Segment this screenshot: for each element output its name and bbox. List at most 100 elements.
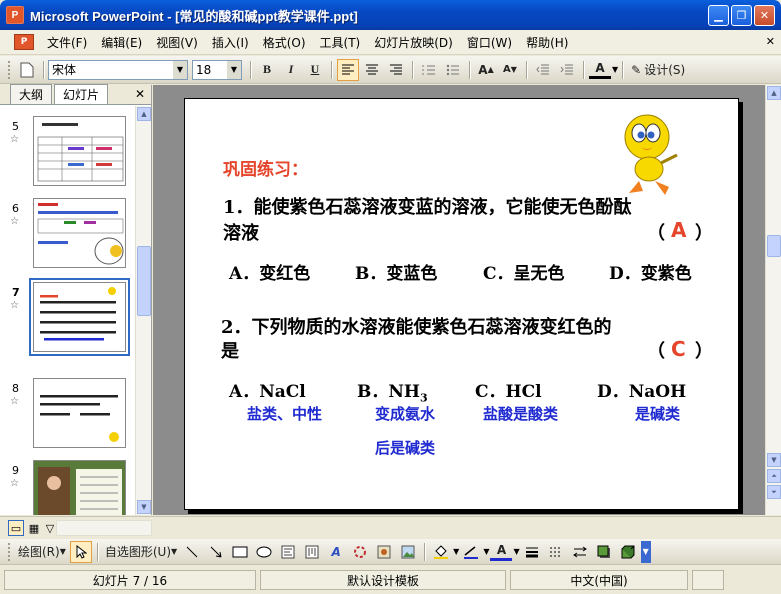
- design-icon: ✎: [631, 62, 642, 77]
- menu-view[interactable]: 视图(V): [149, 34, 205, 51]
- tab-outline[interactable]: 大纲: [10, 84, 53, 104]
- arrow-style-icon[interactable]: [569, 541, 591, 563]
- shadow-style-icon[interactable]: [593, 541, 615, 563]
- chevron-down-icon[interactable]: ▼: [612, 65, 618, 74]
- fill-color-icon[interactable]: [430, 541, 452, 563]
- question-1-answer: A: [671, 218, 687, 242]
- wordart-icon[interactable]: A: [325, 541, 347, 563]
- align-center-icon[interactable]: [361, 59, 383, 81]
- menu-bar: P 文件(F) 编辑(E) 视图(V) 插入(I) 格式(O) 工具(T) 幻灯…: [0, 30, 781, 55]
- question-1-option-d: D．变紫色: [609, 264, 692, 284]
- vertical-textbox-icon[interactable]: [301, 541, 323, 563]
- dash-style-icon[interactable]: [545, 541, 567, 563]
- line-style-icon[interactable]: [521, 541, 543, 563]
- chevron-down-icon[interactable]: ▼: [173, 60, 187, 79]
- menu-tools[interactable]: 工具(T): [313, 34, 368, 51]
- line-color-icon[interactable]: [460, 541, 482, 563]
- horizontal-scrollbar[interactable]: [56, 520, 152, 536]
- slide-sorter-view-icon[interactable]: ▦: [26, 520, 42, 536]
- increase-font-icon[interactable]: A ▲: [475, 59, 497, 81]
- thumbnail-scrollbar[interactable]: ▲ ▼: [135, 106, 151, 515]
- close-button[interactable]: ✕: [754, 5, 775, 26]
- thumbnail-item[interactable]: 5 ☆: [0, 116, 136, 196]
- window-title: Microsoft PowerPoint - [常见的酸和碱ppt教学课件.pp…: [30, 8, 358, 24]
- toolbar-grip[interactable]: [8, 542, 11, 561]
- diagram-icon[interactable]: [349, 541, 371, 563]
- thumbnail-item[interactable]: 8 ☆: [0, 378, 136, 458]
- chevron-down-icon[interactable]: ▼: [453, 547, 459, 556]
- slide-thumbnail-5[interactable]: [33, 116, 126, 186]
- menu-edit[interactable]: 编辑(E): [94, 34, 149, 51]
- align-right-icon[interactable]: [385, 59, 407, 81]
- font-name-select[interactable]: 宋体 ▼: [48, 59, 188, 80]
- chevron-down-icon[interactable]: ▼: [513, 547, 519, 556]
- thumbnail-item[interactable]: 7 ☆: [0, 278, 136, 362]
- draw-menu-button[interactable]: 绘图(R) ▼: [16, 541, 68, 563]
- clipart-icon[interactable]: [373, 541, 395, 563]
- toolbar-options-icon[interactable]: ▼: [640, 540, 651, 563]
- bullet-list-icon[interactable]: [442, 59, 464, 81]
- slide-thumbnail-7[interactable]: [29, 278, 130, 356]
- slide-thumbnail-9[interactable]: [33, 460, 126, 515]
- decrease-font-icon[interactable]: A ▼: [499, 59, 521, 81]
- current-slide[interactable]: 巩固练习： 1．能使紫色石蕊溶液变蓝的溶液，它能使无色酚酞 溶液 （ A ） A…: [184, 98, 739, 510]
- minimize-button[interactable]: ▁: [708, 5, 729, 26]
- bold-button[interactable]: B: [256, 59, 278, 81]
- menu-file[interactable]: 文件(F): [40, 34, 94, 51]
- document-close-icon[interactable]: ✕: [766, 35, 775, 48]
- slide-scrollbar[interactable]: ▲ ▼ ⏶ ⏷: [765, 85, 781, 515]
- question-2-answer: C: [671, 337, 686, 361]
- scroll-up-icon[interactable]: ▲: [767, 86, 781, 100]
- scroll-thumb[interactable]: [137, 246, 151, 316]
- slide-thumbnail-6[interactable]: [33, 198, 126, 268]
- normal-view-icon[interactable]: ▭: [8, 520, 24, 536]
- select-pointer-icon[interactable]: [69, 540, 92, 563]
- tab-slides[interactable]: 幻灯片: [54, 84, 109, 104]
- question-2-option-d: D．NaOH: [597, 382, 687, 402]
- font-color-draw-button[interactable]: A: [490, 543, 513, 561]
- menu-slideshow[interactable]: 幻灯片放映(D): [367, 34, 460, 51]
- increase-indent-icon[interactable]: [556, 59, 578, 81]
- slide-number: 5: [12, 120, 19, 133]
- arrow-icon[interactable]: [205, 541, 227, 563]
- powerpoint-app-icon[interactable]: P: [6, 6, 24, 24]
- thumbnail-item[interactable]: 9 ☆: [0, 460, 136, 515]
- new-document-icon[interactable]: [16, 59, 38, 81]
- slide-thumbnail-8[interactable]: [33, 378, 126, 448]
- menu-insert[interactable]: 插入(I): [205, 34, 256, 51]
- textbox-icon[interactable]: [277, 541, 299, 563]
- 3d-style-icon[interactable]: [617, 541, 639, 563]
- decrease-indent-icon[interactable]: [532, 59, 554, 81]
- underline-button[interactable]: U: [304, 59, 326, 81]
- chevron-down-icon[interactable]: ▼: [227, 60, 241, 79]
- menu-help[interactable]: 帮助(H): [519, 34, 575, 51]
- thumbnail-item[interactable]: 6 ☆: [0, 198, 136, 278]
- rectangle-icon[interactable]: [229, 541, 251, 563]
- picture-icon[interactable]: [397, 541, 419, 563]
- title-bar: P Microsoft PowerPoint - [常见的酸和碱ppt教学课件.…: [0, 0, 781, 30]
- scroll-down-icon[interactable]: ▼: [767, 453, 781, 467]
- scroll-thumb[interactable]: [767, 235, 781, 257]
- numbered-list-icon[interactable]: [418, 59, 440, 81]
- menu-window[interactable]: 窗口(W): [460, 34, 519, 51]
- previous-slide-icon[interactable]: ⏶: [767, 469, 781, 483]
- chevron-down-icon[interactable]: ▼: [483, 547, 489, 556]
- line-icon[interactable]: [181, 541, 203, 563]
- design-button[interactable]: ✎ 设计(S): [628, 59, 688, 81]
- italic-button[interactable]: I: [280, 59, 302, 81]
- autoshapes-button[interactable]: 自选图形(U) ▼: [103, 541, 179, 563]
- oval-icon[interactable]: [253, 541, 275, 563]
- font-color-button[interactable]: A: [589, 61, 611, 79]
- thumbnail-list[interactable]: 5 ☆ 6 ☆ 7 ☆ 8 ☆ 9 ☆: [0, 106, 136, 515]
- align-left-icon[interactable]: [337, 58, 359, 81]
- scroll-down-icon[interactable]: ▼: [137, 500, 151, 514]
- font-size-select[interactable]: 18 ▼: [192, 59, 242, 80]
- restore-button[interactable]: ❐: [731, 5, 752, 26]
- document-icon[interactable]: P: [14, 34, 34, 50]
- menu-format[interactable]: 格式(O): [256, 34, 313, 51]
- next-slide-icon[interactable]: ⏷: [767, 485, 781, 499]
- slide-editing-area: 巩固练习： 1．能使紫色石蕊溶液变蓝的溶液，它能使无色酚酞 溶液 （ A ） A…: [153, 85, 781, 515]
- toolbar-grip[interactable]: [8, 60, 11, 79]
- scroll-up-icon[interactable]: ▲: [137, 107, 151, 121]
- pane-close-icon[interactable]: ✕: [135, 87, 145, 101]
